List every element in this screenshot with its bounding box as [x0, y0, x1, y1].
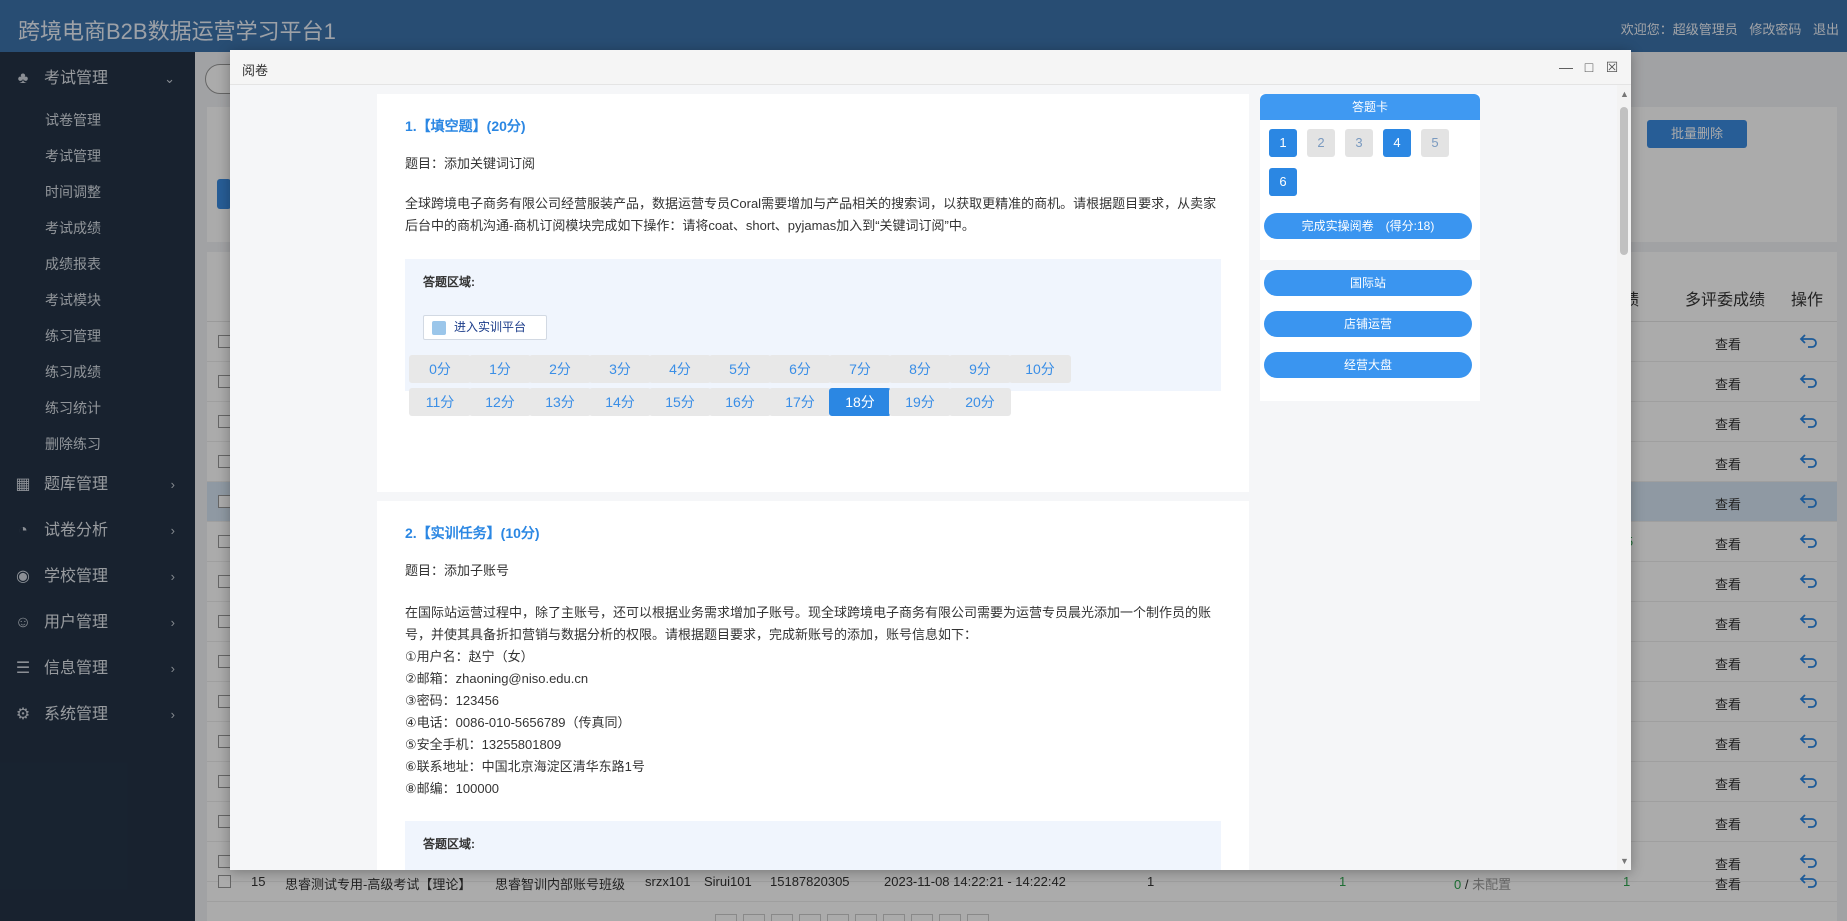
- info-line: ④电话：0086-010-5656789（传真同）: [405, 715, 631, 730]
- answer-card-panel: 答题卡 1 2 3 4 5 6 完成实操阅卷 (得分:18): [1260, 94, 1480, 260]
- modal-title-bar: 阅卷 — □ ☒: [230, 50, 1631, 85]
- question-subject: 题目：添加关键词订阅: [405, 156, 536, 171]
- score-option-button[interactable]: 9分: [949, 355, 1011, 383]
- quick-links-panel: 国际站 店铺运营 经营大盘: [1260, 270, 1480, 401]
- score-option-button[interactable]: 15分: [649, 388, 711, 416]
- question-description: 在国际站运营过程中，除了主账号，还可以根据业务需求增加子账号。现全球跨境电子商务…: [405, 602, 1220, 800]
- grading-modal: 阅卷 — □ ☒ 1.【填空题】(20分) 题目：添加关键词订阅 全球跨境电子商…: [230, 50, 1631, 870]
- minimize-icon[interactable]: —: [1557, 58, 1575, 76]
- enter-training-platform-button[interactable]: 进入实训平台: [423, 315, 547, 340]
- answer-area: 答题区域:: [405, 821, 1221, 870]
- score-option-button[interactable]: 20分: [949, 388, 1011, 416]
- score-option-button[interactable]: 17分: [769, 388, 831, 416]
- question-number-button[interactable]: 3: [1345, 129, 1373, 157]
- info-line: ⑥联系地址：中国北京海淀区清华东路1号: [405, 759, 645, 774]
- answer-area-label: 答题区域:: [423, 837, 475, 851]
- score-option-button[interactable]: 2分: [529, 355, 591, 383]
- finish-grading-button[interactable]: 完成实操阅卷 (得分:18): [1264, 213, 1472, 239]
- score-option-button[interactable]: 14分: [589, 388, 651, 416]
- info-line: ②邮箱：zhaoning@niso.edu.cn: [405, 671, 589, 686]
- score-option-button[interactable]: 3分: [589, 355, 651, 383]
- info-line: ⑤安全手机：13255801809: [405, 737, 562, 752]
- question-title: 1.【填空题】(20分): [405, 118, 526, 134]
- question-number-button[interactable]: 5: [1421, 129, 1449, 157]
- score-option-button[interactable]: 7分: [829, 355, 891, 383]
- score-option-button[interactable]: 8分: [889, 355, 951, 383]
- info-line: ①用户名：赵宁（女）: [405, 649, 534, 664]
- question-number-button[interactable]: 6: [1269, 168, 1297, 196]
- modal-scrollbar[interactable]: ▲ ▼: [1617, 85, 1631, 870]
- question-title: 2.【实训任务】(10分): [405, 525, 540, 541]
- modal-body: 1.【填空题】(20分) 题目：添加关键词订阅 全球跨境电子商务有限公司经营服装…: [230, 85, 1631, 870]
- question-number-button[interactable]: 4: [1383, 129, 1411, 157]
- description-text: 在国际站运营过程中，除了主账号，还可以根据业务需求增加子账号。现全球跨境电子商务…: [405, 605, 1212, 642]
- scroll-up-icon[interactable]: ▲: [1620, 89, 1629, 99]
- score-option-button[interactable]: 6分: [769, 355, 831, 383]
- question-card-2: 2.【实训任务】(10分) 题目：添加子账号 在国际站运营过程中，除了主账号，还…: [377, 501, 1249, 870]
- score-option-button[interactable]: 0分: [409, 355, 471, 383]
- score-option-button[interactable]: 10分: [1009, 355, 1071, 383]
- score-option-button[interactable]: 16分: [709, 388, 771, 416]
- scroll-down-icon[interactable]: ▼: [1620, 856, 1629, 866]
- button-label: 进入实训平台: [454, 320, 527, 334]
- info-line: ⑧邮编：100000: [405, 781, 500, 796]
- scrollbar-thumb[interactable]: [1620, 107, 1628, 255]
- question-subject: 题目：添加子账号: [405, 563, 510, 578]
- score-option-button[interactable]: 11分: [409, 388, 471, 416]
- score-option-button[interactable]: 12分: [469, 388, 531, 416]
- platform-icon: [432, 321, 446, 335]
- answer-area-label: 答题区域:: [423, 275, 475, 289]
- score-option-button[interactable]: 18分: [829, 388, 891, 416]
- score-option-button[interactable]: 19分: [889, 388, 951, 416]
- link-store-operation[interactable]: 店铺运营: [1264, 311, 1472, 337]
- close-icon[interactable]: ☒: [1603, 58, 1621, 76]
- question-card-1: 1.【填空题】(20分) 题目：添加关键词订阅 全球跨境电子商务有限公司经营服装…: [377, 94, 1249, 492]
- question-description: 全球跨境电子商务有限公司经营服装产品，数据运营专员Coral需要增加与产品相关的…: [405, 196, 1217, 233]
- answer-card-title: 答题卡: [1260, 94, 1480, 120]
- score-option-button[interactable]: 1分: [469, 355, 531, 383]
- score-option-button[interactable]: 5分: [709, 355, 771, 383]
- score-option-button[interactable]: 4分: [649, 355, 711, 383]
- modal-title: 阅卷: [242, 63, 269, 78]
- info-line: ③密码：123456: [405, 693, 500, 708]
- link-international-site[interactable]: 国际站: [1264, 270, 1472, 296]
- score-option-button[interactable]: 13分: [529, 388, 591, 416]
- question-number-button[interactable]: 2: [1307, 129, 1335, 157]
- maximize-icon[interactable]: □: [1580, 58, 1598, 76]
- question-number-button[interactable]: 1: [1269, 129, 1297, 157]
- link-business-dashboard[interactable]: 经营大盘: [1264, 352, 1472, 378]
